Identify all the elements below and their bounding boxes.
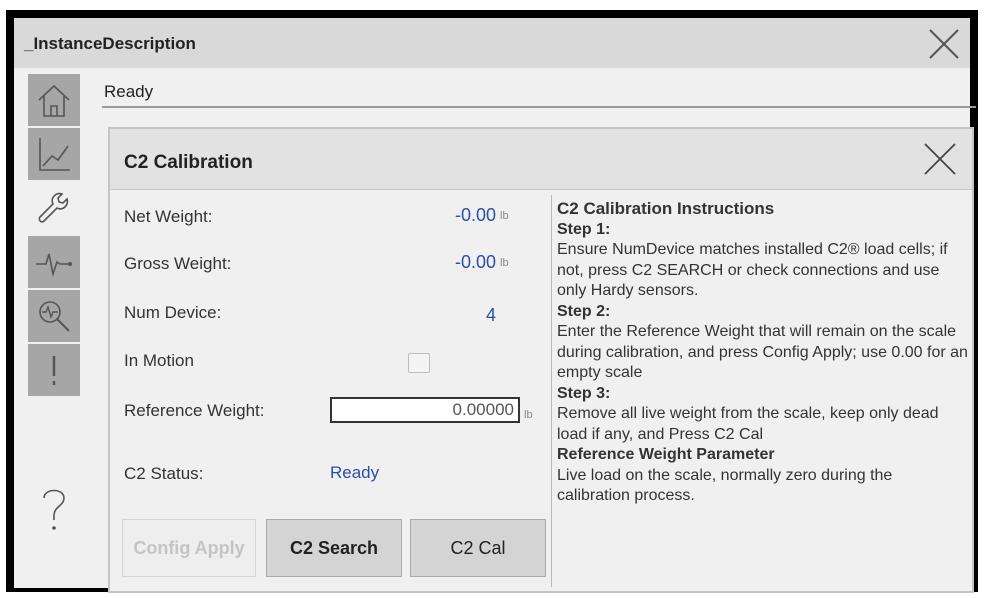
sidebar-item-help[interactable] — [28, 478, 80, 542]
reference-weight-parameter-title: Reference Weight Parameter — [557, 446, 775, 463]
calibration-instructions: C2 Calibration Instructions Step 1: Ensu… — [557, 199, 969, 507]
gross-weight-unit: lb — [500, 257, 509, 269]
step1-text: Ensure NumDevice matches installed C2® l… — [557, 241, 948, 299]
net-weight-unit: lb — [500, 210, 509, 222]
reference-weight-parameter-text: Live load on the scale, normally zero du… — [557, 466, 893, 505]
in-motion-label: In Motion — [124, 351, 194, 370]
help-icon — [43, 489, 65, 530]
c2-status-value: Ready — [330, 463, 380, 482]
faceplate-window: _InstanceDescription Ready C2 Calibratio… — [6, 10, 978, 593]
reference-weight-input[interactable]: 0.00000 — [330, 397, 520, 423]
close-icon[interactable] — [920, 139, 960, 179]
title-bar: _InstanceDescription — [14, 18, 970, 68]
gross-weight-value: -0.00 — [454, 252, 496, 272]
panel-title: C2 Calibration — [124, 152, 253, 173]
window-title: _InstanceDescription — [24, 34, 196, 53]
status-text: Ready — [104, 82, 154, 101]
panel-header: C2 Calibration — [110, 129, 972, 190]
calibration-fields: Net Weight: -0.00 lb Gross Weight: -0.00… — [110, 189, 551, 591]
alarm-icon — [52, 356, 56, 385]
reference-weight-unit: lb — [524, 409, 533, 421]
divider — [102, 106, 976, 108]
pulse-icon — [36, 253, 72, 278]
in-motion-indicator — [408, 353, 430, 373]
close-icon[interactable] — [924, 24, 964, 64]
diagnostics-icon — [39, 301, 70, 332]
c2-status-label: C2 Status: — [124, 464, 204, 483]
step2-title: Step 2: — [557, 302, 611, 320]
step2-text: Enter the Reference Weight that will rem… — [557, 323, 968, 381]
net-weight-value: -0.00 — [454, 205, 496, 225]
num-device-label: Num Device: — [124, 303, 222, 322]
home-icon — [38, 84, 70, 117]
trend-icon — [39, 138, 70, 171]
sidebar-item-diagnostics[interactable] — [28, 236, 80, 288]
instructions-heading: C2 Calibration Instructions — [557, 199, 775, 218]
step1-title: Step 1: — [557, 220, 611, 238]
sidebar-item-alarms[interactable] — [28, 344, 80, 396]
gross-weight-label: Gross Weight: — [124, 254, 232, 273]
config-apply-button[interactable]: Config Apply — [122, 519, 256, 577]
calibration-panel: C2 Calibration Net Weight: -0.00 lb Gros… — [108, 127, 974, 593]
column-divider — [551, 195, 552, 587]
wrench-icon — [38, 192, 69, 223]
sidebar-nav — [28, 74, 80, 584]
net-weight-label: Net Weight: — [124, 207, 213, 226]
step3-title: Step 3: — [557, 384, 611, 402]
sidebar-item-trend[interactable] — [28, 128, 80, 180]
c2-search-button[interactable]: C2 Search — [266, 519, 402, 577]
c2-cal-button[interactable]: C2 Cal — [410, 519, 546, 577]
sidebar-item-inspect[interactable] — [28, 290, 80, 342]
step3-text: Remove all live weight from the scale, k… — [557, 405, 939, 443]
sidebar-item-home[interactable] — [28, 74, 80, 126]
reference-weight-label: Reference Weight: — [124, 401, 265, 420]
sidebar-item-maintenance[interactable] — [28, 182, 80, 234]
num-device-value: 4 — [485, 305, 496, 325]
